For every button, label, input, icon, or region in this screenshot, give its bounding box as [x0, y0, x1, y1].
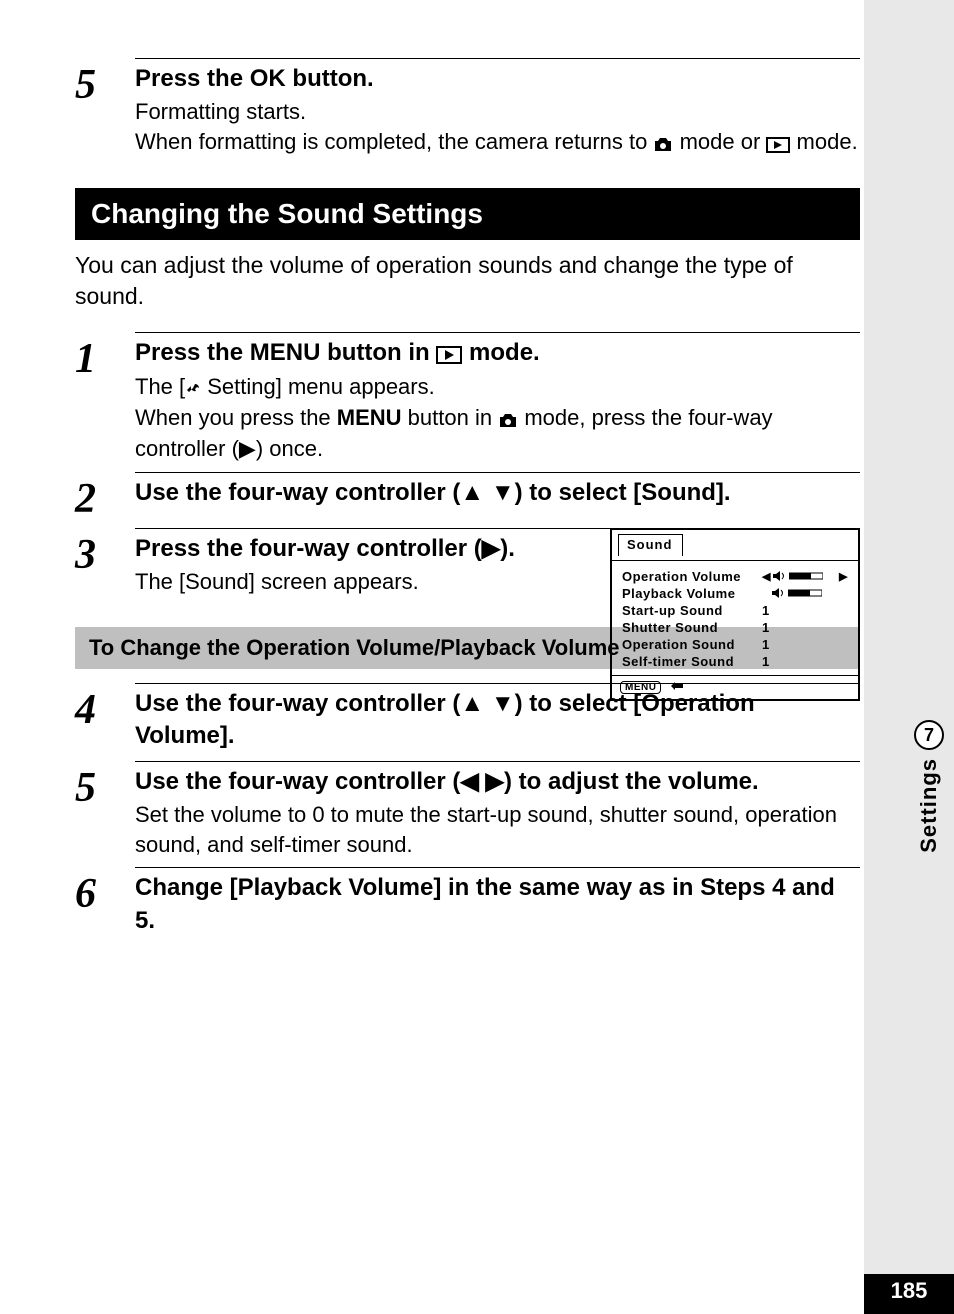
text: ) to select [Sound].	[515, 479, 731, 506]
text: Use the four-way controller (	[135, 690, 460, 717]
up-triangle-icon: ▲	[460, 690, 484, 717]
playback-icon	[766, 128, 790, 158]
step-body-text: Set the volume to 0 to mute the start-up…	[135, 800, 860, 859]
step-heading: Use the four-way controller (▲ ▼) to sel…	[135, 477, 860, 509]
sound-bottom-bar: MENU	[612, 675, 858, 699]
left-triangle-icon: ◀	[762, 570, 771, 583]
wrench-icon	[185, 373, 201, 403]
sound-screen: Sound Operation Volume ◀ ▶ Playback Volu…	[610, 528, 860, 701]
right-triangle-icon: ▶	[486, 768, 504, 795]
speaker-icon	[773, 569, 787, 584]
row-startup-sound: Start-up Sound 1	[622, 603, 848, 618]
text: Use the four-way controller (	[135, 479, 460, 506]
row-label: Self-timer Sound	[622, 654, 762, 669]
step-number: 3	[75, 534, 135, 597]
right-triangle-icon: ▶	[482, 535, 500, 562]
section-heading: Changing the Sound Settings	[75, 188, 860, 240]
step-5-format: 5 Press the OK button. Formatting starts…	[75, 58, 860, 158]
step-body-text: The [Sound] screen appears.	[135, 567, 590, 597]
sound-tab-label: Sound	[618, 534, 683, 556]
row-value: 1	[762, 620, 770, 635]
step-number: 4	[75, 689, 135, 753]
text: button.	[286, 65, 374, 92]
step-number: 5	[75, 64, 135, 158]
row-value: 1	[762, 637, 770, 652]
step-number: 6	[75, 873, 135, 937]
step-1: 1 Press the MENU button in mode. The [ S…	[75, 332, 860, 464]
camera-icon	[498, 404, 518, 434]
sound-rows: Operation Volume ◀ ▶ Playback Volume	[612, 561, 858, 675]
step-3: 3 Press the four-way controller (▶). The…	[75, 528, 860, 597]
text: When you press the	[135, 405, 337, 430]
step-body-text: The [ Setting] menu appears. When you pr…	[135, 372, 860, 464]
row-playback-volume: Playback Volume	[622, 586, 848, 601]
row-operation-sound: Operation Sound 1	[622, 637, 848, 652]
volume-bar	[788, 586, 822, 601]
down-triangle-icon: ▼	[491, 690, 515, 717]
text: mode.	[469, 339, 540, 366]
down-triangle-icon: ▼	[491, 479, 515, 506]
row-label: Operation Sound	[622, 637, 762, 652]
text: button in	[402, 405, 499, 430]
row-selftimer-sound: Self-timer Sound 1	[622, 654, 848, 669]
text: mode.	[797, 129, 858, 154]
row-label: Operation Volume	[622, 569, 762, 584]
menu-pill: MENU	[620, 681, 661, 694]
menu-label: MENU	[337, 405, 402, 430]
step-number: 5	[75, 767, 135, 860]
step-heading: Use the four-way controller (◀ ▶) to adj…	[135, 766, 860, 798]
back-arrow-icon	[667, 680, 685, 695]
text: Setting] menu appears.	[201, 374, 435, 399]
row-label: Shutter Sound	[622, 620, 762, 635]
text: ).	[500, 535, 515, 562]
menu-label: MENU	[250, 339, 321, 366]
text: Press the	[135, 339, 250, 366]
step-number: 2	[75, 478, 135, 520]
step-5-volume: 5 Use the four-way controller (◀ ▶) to a…	[75, 761, 860, 860]
step-heading: Press the MENU button in mode.	[135, 337, 860, 370]
step-6: 6 Change [Playback Volume] in the same w…	[75, 867, 860, 937]
left-triangle-icon: ◀	[460, 768, 478, 795]
step-number: 1	[75, 338, 135, 464]
step-body-text: Formatting starts. When formatting is co…	[135, 97, 860, 158]
right-triangle-icon: ▶	[839, 570, 848, 583]
camera-icon	[653, 128, 673, 158]
row-value: 1	[762, 603, 770, 618]
step-heading: Press the four-way controller (▶).	[135, 533, 590, 565]
row-label: Playback Volume	[622, 586, 762, 601]
row-shutter-sound: Shutter Sound 1	[622, 620, 848, 635]
up-triangle-icon: ▲	[460, 479, 484, 506]
row-value: 1	[762, 654, 770, 669]
row-operation-volume: Operation Volume ◀ ▶	[622, 569, 848, 584]
ok-label: OK	[250, 65, 286, 92]
text: button in	[320, 339, 436, 366]
row-label: Start-up Sound	[622, 603, 762, 618]
step-heading: Press the OK button.	[135, 63, 860, 95]
text: ) once.	[256, 436, 323, 461]
text: When formatting is completed, the camera…	[135, 129, 653, 154]
text: The [	[135, 374, 185, 399]
text: Press the	[135, 65, 250, 92]
step-heading: Change [Playback Volume] in the same way…	[135, 872, 860, 937]
intro-text: You can adjust the volume of operation s…	[75, 250, 860, 312]
playback-icon	[436, 338, 462, 370]
text: ) to adjust the volume.	[504, 768, 759, 795]
text: mode or	[680, 129, 767, 154]
text: Formatting starts.	[135, 99, 306, 124]
step-2: 2 Use the four-way controller (▲ ▼) to s…	[75, 472, 860, 520]
sound-tab: Sound	[612, 530, 858, 561]
speaker-icon	[772, 586, 786, 601]
text: Use the four-way controller (	[135, 768, 460, 795]
volume-bar	[789, 569, 823, 584]
text: Press the four-way controller (	[135, 535, 482, 562]
right-triangle-icon: ▶	[239, 436, 256, 461]
